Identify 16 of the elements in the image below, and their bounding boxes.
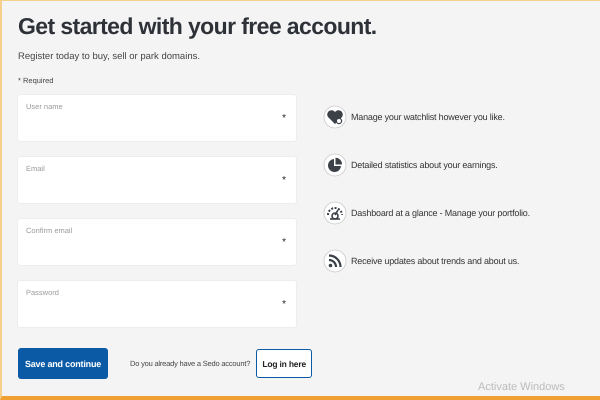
required-mark: *	[282, 299, 286, 310]
activation-notice: Activate Windows	[478, 381, 565, 393]
feature-text: Dashboard at a glance - Manage your portfolio.	[351, 208, 530, 218]
gauge-icon	[323, 201, 347, 225]
page-heading: Get started with your free account.	[18, 12, 378, 41]
feature-text: Detailed statistics about your earnings.	[351, 160, 498, 170]
pie-chart-icon	[323, 153, 347, 177]
required-mark: *	[282, 175, 286, 186]
required-mark: *	[282, 237, 286, 248]
feature-text: Manage your watchlist however you like.	[351, 112, 505, 122]
save-button[interactable]: Save and continue	[18, 348, 108, 379]
login-button[interactable]: Log in here	[256, 349, 312, 378]
required-mark: *	[282, 113, 286, 124]
rss-icon	[323, 249, 347, 273]
feature-text: Receive updates about trends and about us.	[351, 256, 520, 266]
subtitle-text: Register today to buy, sell or park domains.	[18, 51, 201, 62]
